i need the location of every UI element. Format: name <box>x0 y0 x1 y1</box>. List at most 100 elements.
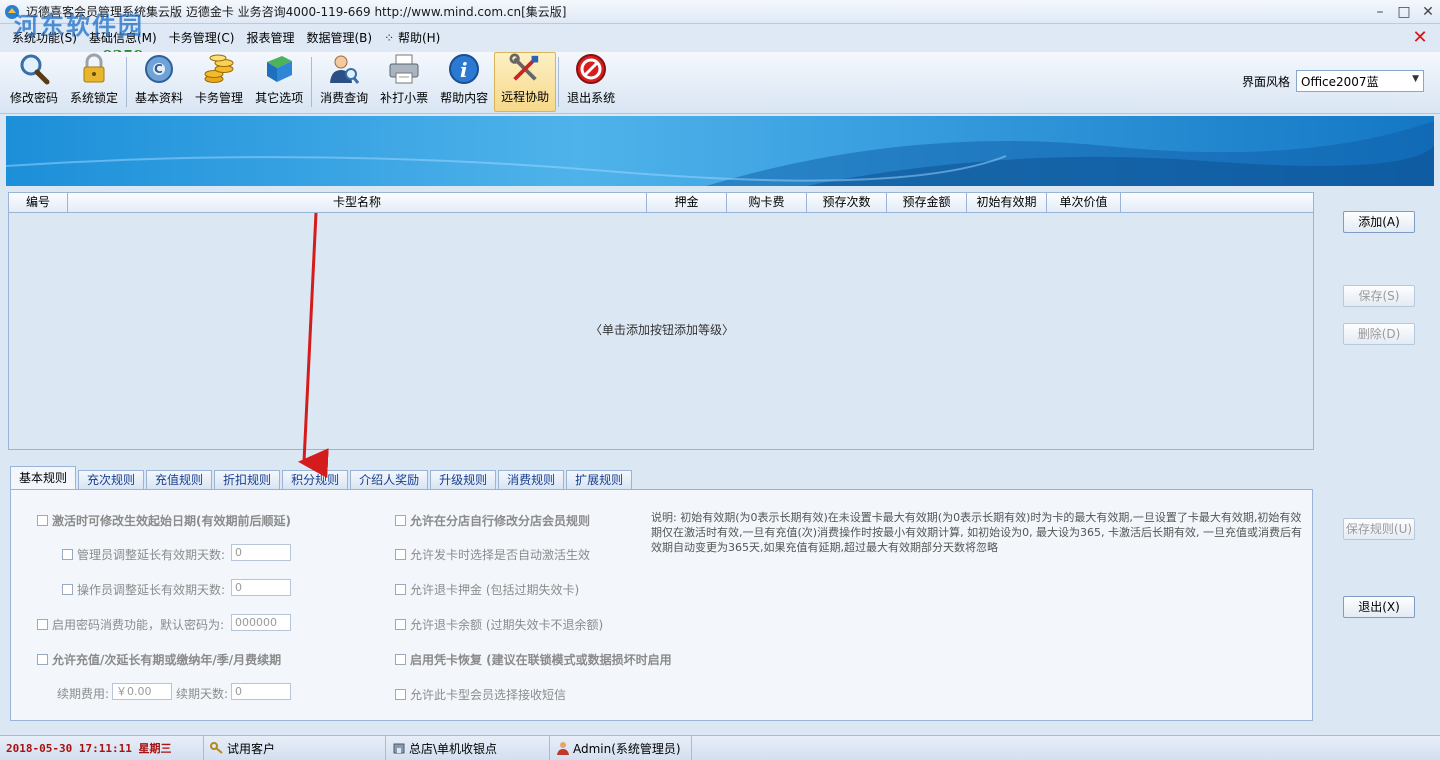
style-select-value: Office2007蓝 <box>1301 75 1379 89</box>
refund-deposit-option[interactable]: 允许退卡押金 (包括过期失效卡) <box>395 581 579 598</box>
operator-extend-checkbox[interactable] <box>62 584 73 595</box>
system-lock-button[interactable]: 系统锁定 <box>64 52 124 112</box>
tab-discount-rules[interactable]: 折扣规则 <box>214 470 281 490</box>
card-restore-checkbox[interactable] <box>395 654 406 665</box>
activation-date-checkbox[interactable] <box>37 515 48 526</box>
coins-icon <box>204 54 234 83</box>
column-header-card-name[interactable]: 卡型名称 <box>68 193 647 212</box>
info-icon: i <box>449 54 480 84</box>
menu-card-management[interactable]: 卡务管理(C) <box>163 28 241 48</box>
save-rules-button[interactable]: 保存规则(U) <box>1343 518 1415 540</box>
sms-label: 允许此卡型会员选择接收短信 <box>410 688 567 702</box>
operator-extend-days-input[interactable]: 0 <box>231 579 291 596</box>
store-icon <box>393 743 405 754</box>
remote-assist-button[interactable]: 远程协助 <box>494 52 557 112</box>
card-restore-option[interactable]: 启用凭卡恢复 (建议在联锁模式或数据损坏时启用 <box>395 651 685 668</box>
auto-activate-checkbox[interactable] <box>395 549 406 560</box>
tab-recharge-value-rules[interactable]: 充值规则 <box>146 470 213 490</box>
other-options-button[interactable]: 其它选项 <box>249 52 309 112</box>
password-consume-checkbox[interactable] <box>37 619 48 630</box>
admin-extend-label: 管理员调整延长有效期天数: <box>77 548 226 562</box>
renew-fee-input[interactable]: ￥0.00 <box>112 683 172 700</box>
admin-extend-checkbox[interactable] <box>62 549 73 560</box>
toolbar: 修改密码 系统锁定 C 基本资料 卡务管理 其它选项 消费查询 补打小票 i 帮… <box>0 52 1440 114</box>
stop-icon <box>576 54 607 84</box>
menu-data-management[interactable]: 数据管理(B) <box>300 28 378 48</box>
change-password-button[interactable]: 修改密码 <box>4 52 64 112</box>
admin-extend-days-input[interactable]: 0 <box>231 544 291 561</box>
tab-extended-rules[interactable]: 扩展规则 <box>566 470 633 490</box>
maximize-button[interactable]: □ <box>1392 0 1416 24</box>
printer-icon <box>389 54 419 84</box>
consumption-query-button[interactable]: 消费查询 <box>314 52 374 112</box>
grid-dots-icon: ⁘ <box>384 31 398 45</box>
help-content-button[interactable]: i 帮助内容 <box>434 52 494 112</box>
title-bar: 迈德喜客会员管理系统集云版 迈德金卡 业务咨询4000-119-669 http… <box>0 0 1440 24</box>
basic-data-button[interactable]: C 基本资料 <box>129 52 189 112</box>
column-header-id[interactable]: 编号 <box>9 193 68 212</box>
renew-label: 允许充值/次延长有期或缴纳年/季/月费续期 <box>52 653 282 667</box>
status-customer-label: 试用客户 <box>227 741 276 756</box>
default-password-input[interactable]: 000000 <box>231 614 291 631</box>
tab-points-rules[interactable]: 积分规则 <box>282 470 349 490</box>
tab-recharge-times-rules[interactable]: 充次规则 <box>78 470 145 490</box>
menu-basic-info[interactable]: 基础信息(M) <box>83 28 163 48</box>
admin-extend-option[interactable]: 管理员调整延长有效期天数: <box>62 546 225 563</box>
reprint-receipt-button[interactable]: 补打小票 <box>374 52 434 112</box>
refund-deposit-checkbox[interactable] <box>395 584 406 595</box>
tab-referrer-reward[interactable]: 介绍人奖励 <box>350 470 429 490</box>
toolbar-separator <box>126 57 128 107</box>
exit-system-button[interactable]: 退出系统 <box>561 52 621 112</box>
refund-balance-label: 允许退卡余额 (过期失效卡不退余额) <box>410 618 604 632</box>
sms-checkbox[interactable] <box>395 689 406 700</box>
user-icon <box>557 742 569 755</box>
other-options-label: 其它选项 <box>255 91 304 105</box>
delete-button[interactable]: 删除(D) <box>1343 323 1415 345</box>
menu-help[interactable]: ⁘ 帮助(H) <box>378 28 446 48</box>
tab-consumption-rules[interactable]: 消费规则 <box>498 470 565 490</box>
remote-assist-label: 远程协助 <box>501 90 550 104</box>
status-user-label: Admin(系统管理员) <box>573 741 681 756</box>
column-header-initial-validity[interactable]: 初始有效期 <box>967 193 1047 212</box>
auto-activate-option[interactable]: 允许发卡时选择是否自动激活生效 <box>395 546 590 563</box>
save-button[interactable]: 保存(S) <box>1343 285 1415 307</box>
exit-button[interactable]: 退出(X) <box>1343 596 1415 618</box>
card-restore-label: 启用凭卡恢复 (建议在联锁模式或数据损坏时启用 <box>410 653 672 667</box>
system-lock-label: 系统锁定 <box>70 91 119 105</box>
close-window-button[interactable]: ✕ <box>1416 0 1440 24</box>
menu-reports[interactable]: 报表管理 <box>240 28 300 48</box>
card-management-button[interactable]: 卡务管理 <box>189 52 249 112</box>
column-header-prepaid-amount[interactable]: 预存金额 <box>887 193 967 212</box>
add-button[interactable]: 添加(A) <box>1343 211 1415 233</box>
refund-balance-checkbox[interactable] <box>395 619 406 630</box>
renew-checkbox[interactable] <box>37 654 48 665</box>
refund-balance-option[interactable]: 允许退卡余额 (过期失效卡不退余额) <box>395 616 603 633</box>
change-password-label: 修改密码 <box>10 91 59 105</box>
menu-system[interactable]: 系统功能(S) <box>6 28 83 48</box>
card-type-grid[interactable]: 编号 卡型名称 押金 购卡费 预存次数 预存金额 初始有效期 单次价值 〈单击添… <box>8 192 1314 450</box>
reprint-receipt-label: 补打小票 <box>380 91 429 105</box>
activation-date-option[interactable]: 激活时可修改生效起始日期(有效期前后顺延) <box>37 512 291 529</box>
renew-option[interactable]: 允许充值/次延长有期或缴纳年/季/月费续期 <box>37 651 281 668</box>
column-header-card-fee[interactable]: 购卡费 <box>727 193 807 212</box>
sms-option[interactable]: 允许此卡型会员选择接收短信 <box>395 686 566 703</box>
svg-text:i: i <box>460 58 468 82</box>
tab-upgrade-rules[interactable]: 升级规则 <box>430 470 497 490</box>
password-consume-option[interactable]: 启用密码消费功能，默认密码为: <box>37 616 224 633</box>
validity-note: 说明: 初始有效期(为0表示长期有效)在未设置卡最大有效期(为0表示长期有效)时… <box>651 511 1303 554</box>
status-store-label: 总店\单机收银点 <box>409 741 498 756</box>
renew-days-input[interactable]: 0 <box>231 683 291 700</box>
book-icon <box>267 56 293 82</box>
style-selector-area: 界面风格 Office2007蓝 ▼ <box>1242 70 1424 92</box>
tab-basic-rules[interactable]: 基本规则 <box>10 466 77 490</box>
minimize-button[interactable]: – <box>1368 0 1392 24</box>
operator-extend-option[interactable]: 操作员调整延长有效期天数: <box>62 581 225 598</box>
column-header-prepaid-times[interactable]: 预存次数 <box>807 193 887 212</box>
style-select[interactable]: Office2007蓝 ▼ <box>1296 70 1424 92</box>
branch-modify-option[interactable]: 允许在分店自行修改分店会员规则 <box>395 512 590 529</box>
column-header-unit-value[interactable]: 单次价值 <box>1047 193 1121 212</box>
column-header-deposit[interactable]: 押金 <box>647 193 727 212</box>
branch-modify-checkbox[interactable] <box>395 515 406 526</box>
close-icon[interactable]: ✕ <box>1410 28 1430 48</box>
wave-decoration <box>6 121 1434 186</box>
